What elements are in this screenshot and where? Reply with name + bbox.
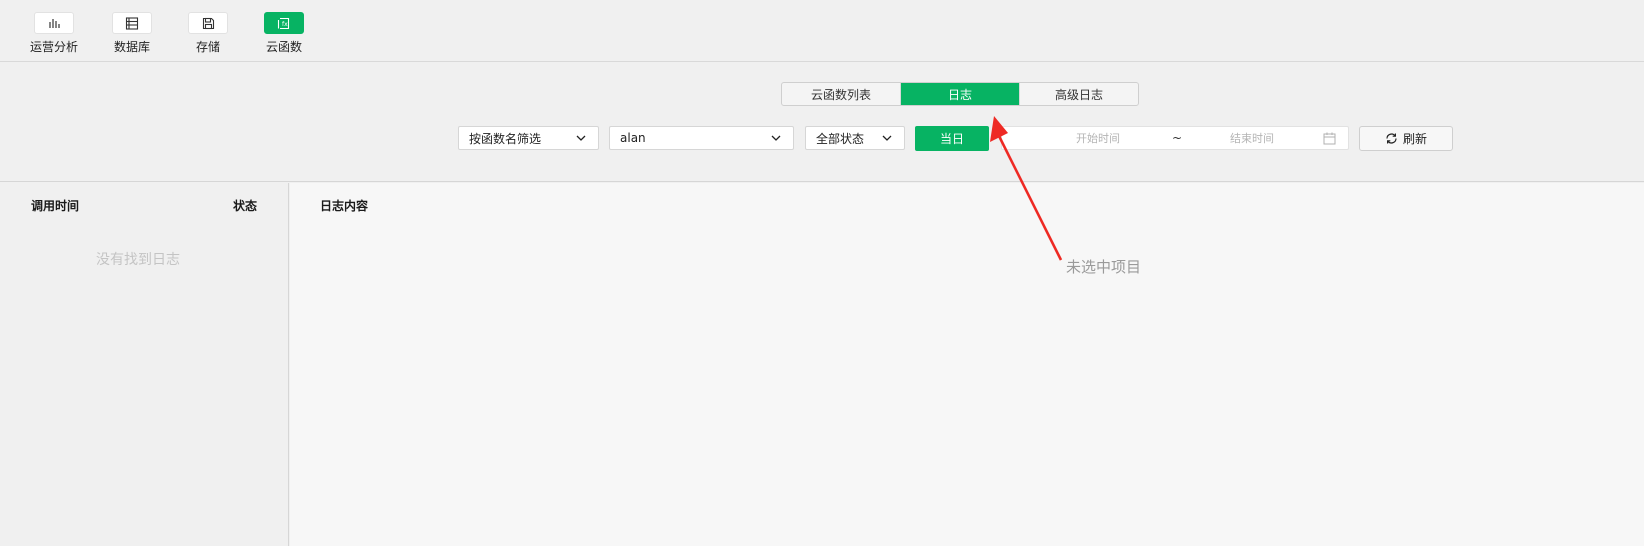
chevron-down-icon — [882, 132, 894, 144]
filter-bar: 云函数列表 日志 高级日志 按函数名筛选 alan 全部状态 当日 开始时间 ~… — [0, 62, 1644, 182]
refresh-icon — [1385, 132, 1398, 145]
refresh-button[interactable]: 刷新 — [1359, 126, 1453, 151]
toolbar-item-label: 存储 — [195, 40, 220, 54]
status-select[interactable]: 全部状态 — [805, 126, 905, 150]
end-time-input[interactable]: 结束时间 — [1230, 130, 1274, 146]
save-icon — [188, 12, 228, 34]
function-icon: fx — [264, 12, 304, 34]
toolbar-item-label: 运营分析 — [29, 40, 78, 54]
tab-advanced-logs[interactable]: 高级日志 — [1020, 83, 1138, 105]
column-header-time: 调用时间 — [31, 199, 80, 213]
date-range-picker[interactable]: 开始时间 ~ 结束时间 — [1001, 126, 1349, 150]
function-name-value: alan — [620, 131, 646, 145]
toolbar: 运营分析 数据库 存储 fx 云函数 — [0, 0, 1644, 62]
filter-mode-value: 按函数名筛选 — [469, 131, 542, 146]
log-list-pane: 调用时间 状态 没有找到日志 — [0, 183, 289, 546]
toolbar-item-storage[interactable]: 存储 — [173, 12, 243, 56]
filter-mode-select[interactable]: 按函数名筛选 — [458, 126, 599, 150]
database-icon — [112, 12, 152, 34]
log-content-header: 日志内容 — [320, 199, 369, 213]
view-tabs: 云函数列表 日志 高级日志 — [781, 82, 1139, 106]
toolbar-item-label: 数据库 — [113, 40, 150, 54]
chevron-down-icon — [576, 132, 588, 144]
chevron-down-icon — [771, 132, 783, 144]
calendar-icon[interactable] — [1323, 132, 1336, 148]
column-header-status: 状态 — [233, 199, 258, 213]
log-detail-pane: 日志内容 — [290, 183, 1644, 546]
tab-logs[interactable]: 日志 — [901, 83, 1020, 105]
range-separator: ~ — [1172, 131, 1183, 145]
refresh-label: 刷新 — [1402, 132, 1427, 146]
today-button[interactable]: 当日 — [915, 126, 989, 151]
svg-text:fx: fx — [282, 21, 288, 28]
status-value: 全部状态 — [816, 131, 865, 146]
toolbar-item-database[interactable]: 数据库 — [97, 12, 167, 56]
function-name-select[interactable]: alan — [609, 126, 794, 150]
toolbar-item-analytics[interactable]: 运营分析 — [19, 12, 89, 56]
toolbar-item-label: 云函数 — [265, 40, 302, 54]
empty-state-text: 没有找到日志 — [96, 252, 180, 268]
bar-chart-icon — [34, 12, 74, 34]
annotation-label: 未选中项目 — [1066, 258, 1142, 276]
start-time-input[interactable]: 开始时间 — [1076, 130, 1120, 146]
tab-function-list[interactable]: 云函数列表 — [782, 83, 901, 105]
toolbar-item-cloud-function[interactable]: fx 云函数 — [249, 12, 319, 56]
